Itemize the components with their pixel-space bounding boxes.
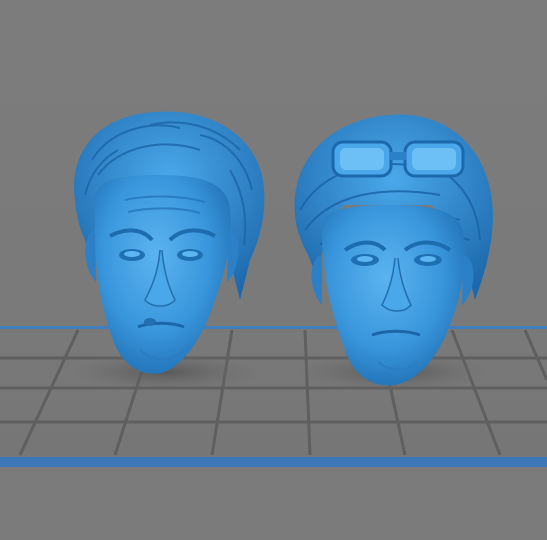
3d-viewport[interactable] — [0, 0, 547, 540]
build-plate-grid — [0, 329, 547, 456]
build-plate-back-edge — [0, 326, 547, 329]
build-plate-front-edge — [0, 457, 547, 467]
head-model-right-with-goggles[interactable] — [294, 114, 493, 386]
viewport-scene — [0, 111, 547, 540]
head-model-left[interactable] — [74, 111, 265, 374]
